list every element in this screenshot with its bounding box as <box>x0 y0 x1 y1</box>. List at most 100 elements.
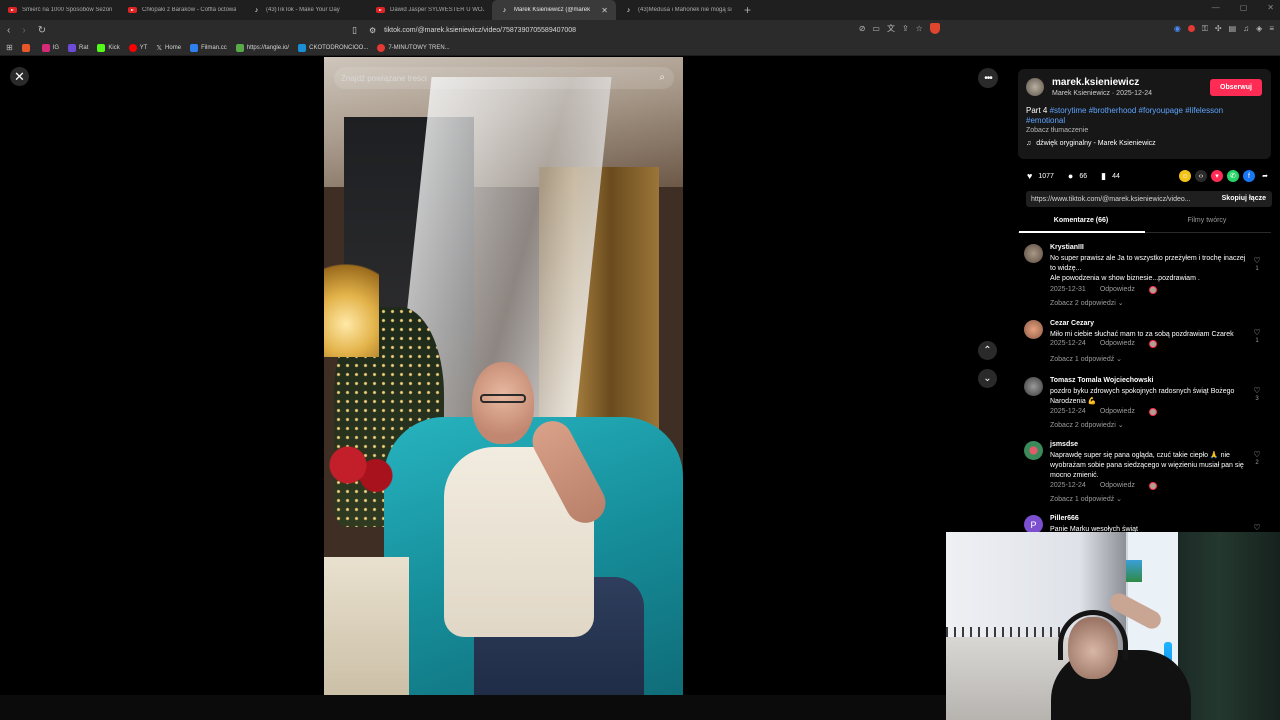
comment-author[interactable]: Cezar Cezary <box>1050 320 1094 327</box>
video-player[interactable]: Znajdź powiązane treści ⌕ <box>324 57 683 695</box>
comment-avatar[interactable] <box>1024 377 1043 396</box>
view-replies[interactable]: Zobacz 2 odpowiedzi ⌄ <box>1050 421 1124 429</box>
facebook-icon[interactable]: f <box>1243 170 1255 182</box>
bookmark-rat[interactable]: Rat <box>68 43 88 52</box>
tab-2[interactable]: ♪ (43)TikTok - Make Your Day <box>244 0 368 20</box>
bookmark-home[interactable]: 𝕏 Home <box>156 44 181 52</box>
minimize-icon[interactable]: — <box>1212 3 1220 12</box>
apps-grid-icon[interactable]: ⊞ <box>6 43 13 52</box>
close-window-icon[interactable]: ✕ <box>1267 3 1274 12</box>
bottom-strip <box>0 695 946 720</box>
key-icon[interactable]: ⚿ <box>1202 24 1208 34</box>
reload-icon[interactable]: ↻ <box>38 25 46 36</box>
comment-author[interactable]: Tomasz Tomala Wojciechowski <box>1050 377 1153 384</box>
view-replies[interactable]: Zobacz 1 odpowiedź ⌄ <box>1050 495 1122 503</box>
tab-1[interactable]: Chłopaki z Baraków - Coffla octowa - Y <box>120 0 244 20</box>
bookmark-tangle[interactable]: https://tangle.io/ <box>235 43 289 52</box>
brave-shield-icon[interactable] <box>929 23 940 34</box>
puzzle-icon[interactable]: ✣ <box>1215 24 1222 33</box>
bookmark-ckoto[interactable]: CKOTODRONCIOO... <box>298 43 368 52</box>
close-tab-icon[interactable]: ✕ <box>601 6 608 15</box>
tab-label: (43)TikTok - Make Your Day <box>266 7 340 13</box>
video-scene-glasses <box>480 394 526 403</box>
comment-like[interactable]: ♡ 1 <box>1252 328 1262 344</box>
share-arrow-icon[interactable]: ➦ <box>1259 170 1271 182</box>
site-info-icon[interactable]: ⚙ <box>369 26 376 35</box>
comment-author[interactable]: KrystianIII <box>1050 244 1084 251</box>
sound-link[interactable]: ♫ dźwięk oryginalny - Marek Ksieniewicz <box>1026 140 1156 147</box>
copy-link-button[interactable]: Skopiuj łącze <box>1222 195 1266 202</box>
close-video-button[interactable]: ✕ <box>10 67 29 86</box>
omnibox[interactable]: ▯ ⚙ tiktok.com/@marek.ksieniewicz/video/… <box>352 22 910 38</box>
whatsapp-icon[interactable]: ✆ <box>1227 170 1239 182</box>
tab-label: (43)Medusa i Mahonek nie mogą się <box>638 7 732 13</box>
tab-0[interactable]: Śmierć na 1000 Sposobów Sezon 3 | <box>0 0 120 20</box>
comment-like[interactable]: ♡ 1 <box>1252 256 1262 272</box>
url-text[interactable]: tiktok.com/@marek.ksieniewicz/video/7587… <box>384 27 576 34</box>
creator-username[interactable]: marek.ksieniewicz <box>1052 77 1139 88</box>
tab-comments[interactable]: Komentarze (66) <box>1018 217 1144 224</box>
tab-creator-videos[interactable]: Filmy twórcy <box>1144 217 1270 224</box>
hashtags[interactable]: #storytime #brotherhood #foryoupage #lif… <box>1026 106 1223 125</box>
media-icon[interactable]: ♫ <box>1243 24 1249 33</box>
sidebar-icon[interactable]: ▤ <box>1229 24 1237 33</box>
comment-text: No super prawisz ale Ja to wszystko prze… <box>1050 254 1250 284</box>
more-options-button[interactable]: ••• <box>978 68 998 88</box>
like-action[interactable]: ♥ 1077 <box>1027 171 1054 181</box>
bookmark-yt[interactable]: YT <box>128 43 147 52</box>
see-translation-link[interactable]: Zobacz tłumaczenie <box>1026 127 1088 134</box>
reply-button[interactable]: Odpowiedz <box>1100 340 1135 348</box>
comment-avatar[interactable] <box>1024 244 1043 263</box>
bookmark-0[interactable] <box>21 43 33 52</box>
comment-like[interactable]: ♡ <box>1252 523 1262 532</box>
translate-icon[interactable]: 文 <box>887 23 895 34</box>
menu-icon[interactable]: ≡ <box>1269 24 1274 33</box>
reply-button[interactable]: Odpowiedz <box>1100 482 1135 490</box>
comment-like[interactable]: ♡ 3 <box>1252 386 1262 402</box>
search-icon[interactable]: ⌕ <box>659 72 665 83</box>
tab-4-active[interactable]: ♪ Marek Ksieniewicz (@marek.k ✕ <box>492 0 616 20</box>
record-icon[interactable] <box>1187 25 1195 32</box>
video-scene-lamp <box>324 247 379 357</box>
tab-5[interactable]: ♪ (43)Medusa i Mahonek nie mogą się <box>616 0 740 20</box>
tab-3[interactable]: Dawid Jasper SYLWESTER U WÓJCIK <box>368 0 492 20</box>
send-icon[interactable]: ▾ <box>1211 170 1223 182</box>
reply-button[interactable]: Odpowiedz <box>1100 408 1135 416</box>
related-search-input[interactable]: Znajdź powiązane treści ⌕ <box>334 67 674 89</box>
comment-author[interactable]: Piller666 <box>1050 515 1079 522</box>
action-row: ♥ 1077 ● 66 ▮ 44 ☺ ‹› ▾ ✆ f ➦ <box>1027 169 1271 183</box>
previous-video-button[interactable]: ⌃ <box>978 341 997 360</box>
forward-icon[interactable]: › <box>22 25 25 36</box>
comment-author[interactable]: jsmsdse <box>1050 441 1078 448</box>
save-action[interactable]: ▮ 44 <box>1101 171 1120 182</box>
back-icon[interactable]: ‹ <box>7 25 10 36</box>
bookmark-kick[interactable]: Kick <box>97 43 120 52</box>
maximize-icon[interactable]: ▢ <box>1240 3 1248 12</box>
star-icon[interactable]: ☆ <box>916 24 923 33</box>
bookmark-icon[interactable]: ▯ <box>352 25 357 36</box>
search-placeholder: Znajdź powiązane treści <box>341 73 427 83</box>
comment-like[interactable]: ♡ 2 <box>1252 450 1262 466</box>
bookmark-workout[interactable]: 7-MINUTOWY TREN... <box>377 43 450 52</box>
comment-avatar[interactable] <box>1024 441 1043 460</box>
wallet-icon[interactable]: ◈ <box>1256 24 1262 33</box>
reply-button[interactable]: Odpowiedz <box>1100 286 1135 294</box>
view-replies[interactable]: Zobacz 2 odpowiedzi ⌄ <box>1050 299 1124 307</box>
creator-avatar[interactable] <box>1026 78 1044 96</box>
next-video-button[interactable]: ⌄ <box>978 369 997 388</box>
video-link-field[interactable]: https://www.tiktok.com/@marek.ksieniewic… <box>1026 191 1272 207</box>
share-page-icon[interactable]: ⇪ <box>902 24 909 33</box>
no-camera-icon[interactable]: ⊘ <box>859 24 866 33</box>
bookmark-label: 7-MINUTOWY TREN... <box>388 44 450 51</box>
embed-icon[interactable]: ‹› <box>1195 170 1207 182</box>
repost-icon[interactable]: ☺ <box>1179 170 1191 182</box>
cast-icon[interactable]: ▭ <box>872 24 880 33</box>
comment-avatar[interactable] <box>1024 320 1043 339</box>
bookmark-ig[interactable]: IG <box>41 43 59 52</box>
new-tab-icon[interactable]: + <box>744 3 751 17</box>
bookmark-filman[interactable]: Filman.cc <box>190 43 227 52</box>
follow-button[interactable]: Obserwuj <box>1210 79 1262 96</box>
comment-action[interactable]: ● 66 <box>1068 171 1087 181</box>
view-replies[interactable]: Zobacz 1 odpowiedź ⌄ <box>1050 355 1122 363</box>
audio-icon[interactable]: ◉ <box>1174 24 1181 33</box>
